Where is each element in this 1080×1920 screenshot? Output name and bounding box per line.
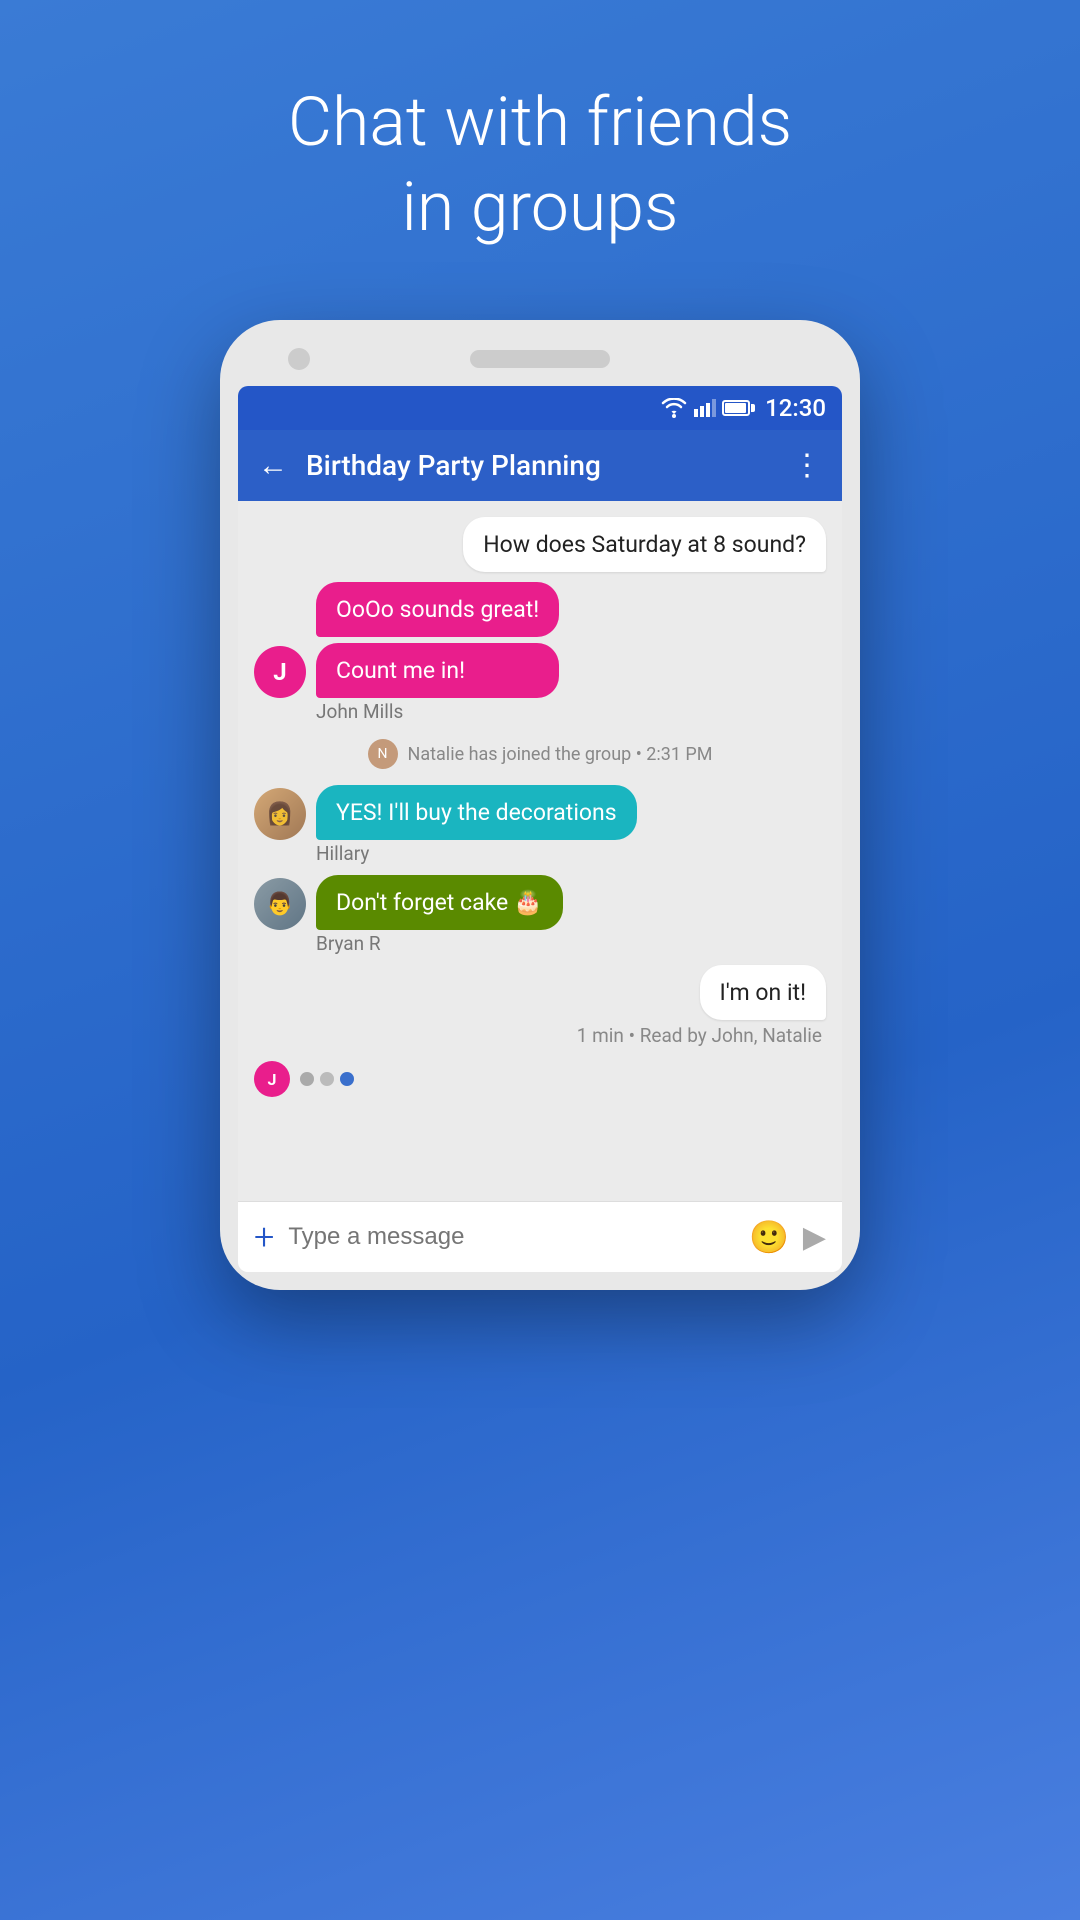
more-options-button[interactable]: ⋮ — [792, 448, 822, 483]
sender-name-bryan: Bryan R — [316, 932, 826, 955]
msg-content-bryan: Don't forget cake 🎂 — [316, 875, 563, 930]
natalie-system-avatar: N — [368, 739, 398, 769]
sender-name-john: John Mills — [316, 700, 826, 723]
app-bar: ← Birthday Party Planning ⋮ — [238, 430, 842, 501]
msg-in-row-hillary: 👩 YES! I'll buy the decorations — [254, 785, 740, 840]
phone-speaker — [470, 350, 610, 368]
phone-mockup: 12:30 ← Birthday Party Planning ⋮ How do… — [220, 320, 860, 1290]
message-input[interactable] — [288, 1223, 735, 1251]
bubble: How does Saturday at 8 sound? — [463, 517, 826, 572]
bubble-john-1: OoOo sounds great! — [316, 582, 559, 637]
system-text: Natalie has joined the group • 2:31 PM — [408, 744, 713, 765]
read-receipt: 1 min • Read by John, Natalie — [577, 1024, 822, 1047]
input-area: + 🙂 ▶ — [238, 1201, 842, 1272]
bubble-bryan: Don't forget cake 🎂 — [316, 875, 563, 930]
avatar-bryan: 👨 — [254, 878, 306, 930]
message-incoming-john: J OoOo sounds great! Count me in! John M… — [254, 582, 826, 723]
avatar-hillary: 👩 — [254, 788, 306, 840]
typing-dots — [300, 1072, 354, 1086]
bubble-john-2: Count me in! — [316, 643, 559, 698]
send-button[interactable]: ▶ — [803, 1220, 826, 1255]
msg-content-hillary: YES! I'll buy the decorations — [316, 785, 637, 840]
typing-dot-1 — [300, 1072, 314, 1086]
message-incoming-hillary: 👩 YES! I'll buy the decorations Hillary — [254, 785, 826, 865]
phone-top — [238, 350, 842, 368]
status-time: 12:30 — [765, 394, 826, 422]
msg-in-row: J OoOo sounds great! Count me in! — [254, 582, 740, 698]
system-message-natalie: N Natalie has joined the group • 2:31 PM — [254, 739, 826, 769]
headline: Chat with friends in groups — [288, 80, 792, 250]
message-incoming-bryan: 👨 Don't forget cake 🎂 Bryan R — [254, 875, 826, 955]
bubble-im-on-it: I'm on it! — [700, 965, 827, 1020]
headline-line1: Chat with friends — [288, 82, 792, 162]
avatar-john: J — [254, 646, 306, 698]
phone-camera — [288, 348, 310, 370]
message-outgoing-2: I'm on it! 1 min • Read by John, Natalie — [577, 965, 826, 1047]
message-outgoing-1: How does Saturday at 8 sound? — [463, 517, 826, 572]
battery-icon — [722, 400, 755, 416]
status-icons: 12:30 — [660, 394, 826, 422]
typing-dot-2 — [320, 1072, 334, 1086]
msg-in-row-bryan: 👨 Don't forget cake 🎂 — [254, 875, 740, 930]
msg-content-john: OoOo sounds great! Count me in! — [316, 582, 559, 698]
bubble-hillary: YES! I'll buy the decorations — [316, 785, 637, 840]
add-attachment-button[interactable]: + — [254, 1216, 274, 1258]
sender-name-hillary: Hillary — [316, 842, 826, 865]
status-bar: 12:30 — [238, 386, 842, 430]
typing-indicators: J — [254, 1061, 826, 1097]
typing-dot-3 — [340, 1072, 354, 1086]
chat-area: How does Saturday at 8 sound? J OoOo sou… — [238, 501, 842, 1201]
signal-icon — [694, 399, 716, 417]
phone-screen: 12:30 ← Birthday Party Planning ⋮ How do… — [238, 386, 842, 1272]
chat-title: Birthday Party Planning — [306, 449, 774, 482]
typing-avatar: J — [254, 1061, 290, 1097]
headline-line2: in groups — [402, 167, 679, 247]
wifi-icon — [660, 398, 688, 418]
emoji-button[interactable]: 🙂 — [749, 1218, 789, 1256]
back-button[interactable]: ← — [258, 448, 288, 483]
